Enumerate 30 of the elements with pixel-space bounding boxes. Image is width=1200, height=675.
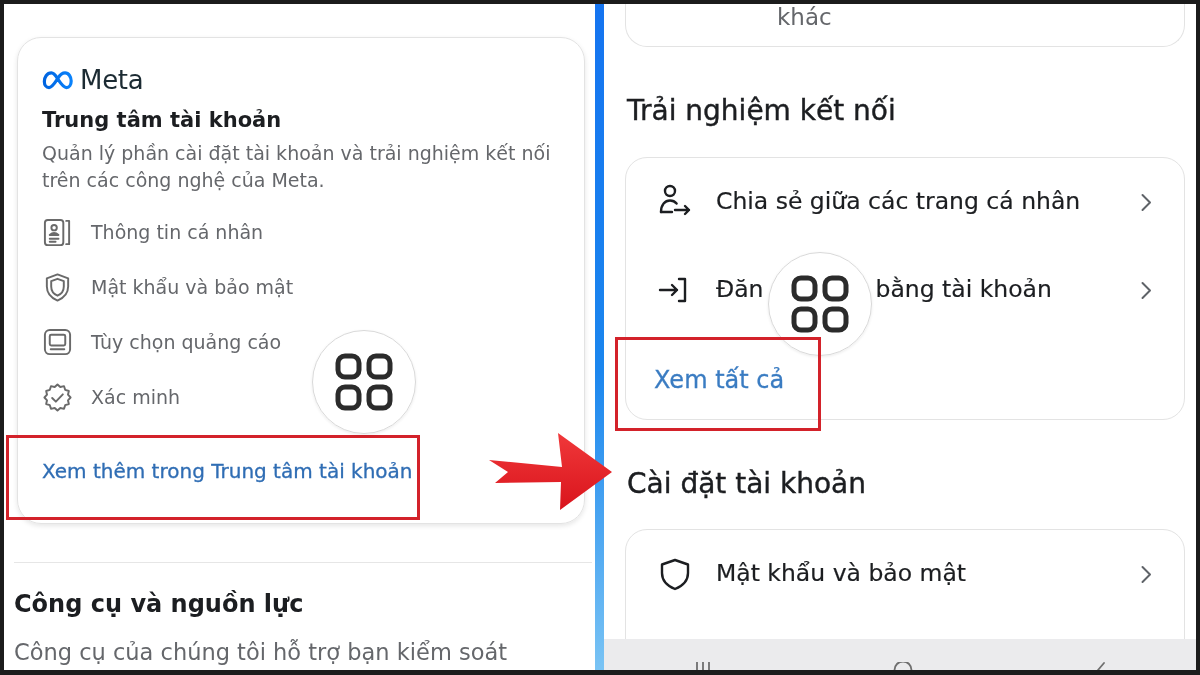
- card-text: khác: [777, 4, 832, 30]
- chevron-right-icon: [1140, 564, 1152, 584]
- four-squares-icon: [790, 275, 849, 333]
- infinity-logo-icon: [42, 69, 74, 91]
- recent-apps-icon[interactable]: [695, 662, 712, 670]
- four-squares-icon: [335, 353, 393, 411]
- home-icon[interactable]: [893, 662, 914, 670]
- section-title: Trải nghiệm kết nối: [627, 95, 897, 127]
- settings-row-label[interactable]: Mật khẩu và bảo mật: [716, 556, 967, 592]
- chevron-right-icon: [1140, 192, 1152, 212]
- check-badge-icon: [42, 382, 73, 413]
- id-card-icon: [42, 217, 73, 248]
- section-description: Công cụ của chúng tôi hỗ trợ bạn kiểm soát: [14, 638, 509, 667]
- screen-icon: [42, 327, 73, 358]
- back-icon[interactable]: [1095, 662, 1105, 670]
- list-item-label: Mật khẩu và bảo mật: [91, 275, 294, 301]
- settings-row-label[interactable]: Đăn: [716, 272, 764, 308]
- list-item-label: Thông tin cá nhân: [91, 220, 264, 246]
- settings-row-label[interactable]: bằng tài khoản: [875, 272, 1052, 308]
- card-title: Trung tâm tài khoản: [42, 107, 283, 134]
- list-item-label: Xác minh: [91, 385, 181, 411]
- settings-row-label[interactable]: Chia sẻ giữa các trang cá nhân: [716, 184, 1081, 220]
- list-item-label: Tùy chọn quảng cáo: [91, 330, 282, 356]
- see-more-link[interactable]: Xem thêm trong Trung tâm tài khoản: [42, 459, 413, 483]
- see-all-link[interactable]: Xem tất cả: [654, 365, 785, 395]
- logo-text: Meta: [80, 67, 144, 93]
- section-title: Công cụ và nguồn lực: [14, 589, 305, 620]
- chevron-right-icon: [1140, 280, 1152, 300]
- section-title: Cài đặt tài khoản: [627, 468, 867, 500]
- card-description: Quản lý phần cài đặt tài khoản và trải nghiệm kết nối trên các công nghệ của Meta.: [42, 141, 552, 193]
